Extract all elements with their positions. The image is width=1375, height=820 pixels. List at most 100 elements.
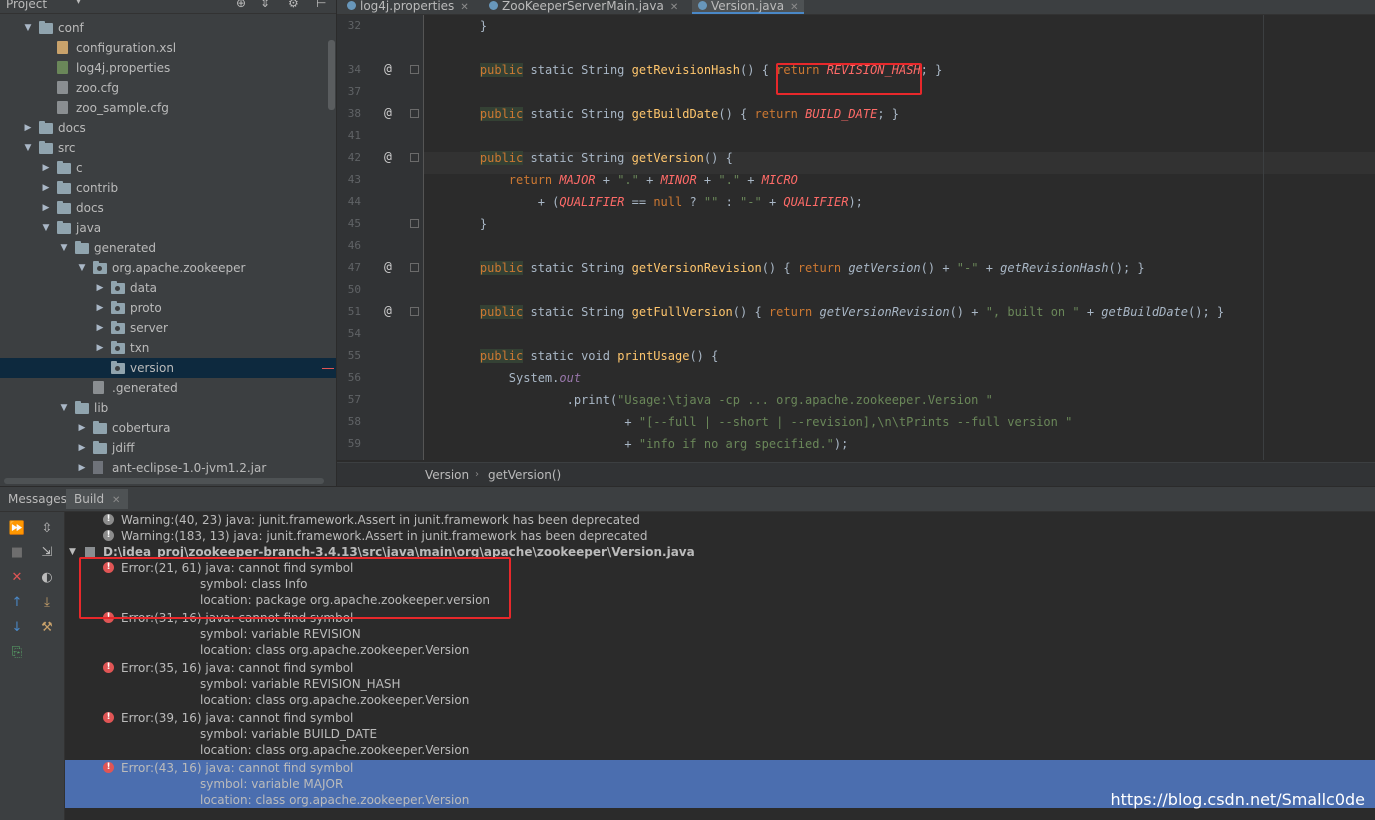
tree-item[interactable]: configuration.xsl xyxy=(0,38,336,58)
expand-right-icon[interactable]: ▶ xyxy=(76,418,88,438)
override-marker-icon[interactable]: @ xyxy=(384,147,392,169)
tree-item[interactable]: ▶ jdiff xyxy=(0,438,336,458)
expand-right-icon[interactable]: ▶ xyxy=(40,158,52,178)
expand-right-icon[interactable]: ▶ xyxy=(40,198,52,218)
tree-item-label: cobertura xyxy=(112,421,171,435)
expand-down-icon[interactable]: ▼ xyxy=(69,544,76,560)
tree-item[interactable]: ▼ src xyxy=(0,138,336,158)
close-icon[interactable]: ✕ xyxy=(460,2,468,13)
expand-down-icon[interactable]: ▼ xyxy=(22,18,34,38)
chevron-down-icon[interactable]: ▾ xyxy=(76,0,81,7)
message-row[interactable]: ! Error:(43, 16) java: cannot find symbol xyxy=(65,760,1375,776)
tree-item[interactable]: ▼ conf xyxy=(0,18,336,38)
tree-item-label: configuration.xsl xyxy=(76,41,177,55)
tree-item[interactable]: ▶ docs xyxy=(0,198,336,218)
tree-item[interactable]: ▼ org.apache.zookeeper xyxy=(0,258,336,278)
message-text: location: class org.apache.zookeeper.Ver… xyxy=(200,743,470,757)
breadcrumb-class[interactable]: Version xyxy=(425,463,469,486)
gear-icon[interactable]: ⚙ xyxy=(288,0,299,10)
fold-icon[interactable] xyxy=(410,109,419,118)
message-row[interactable]: ! Error:(35, 16) java: cannot find symbol xyxy=(65,660,1375,676)
tree-item[interactable]: version xyxy=(0,358,336,378)
expand-down-icon[interactable]: ▼ xyxy=(76,258,88,278)
error-icon: ! xyxy=(103,662,114,673)
close-icon[interactable]: ✕ xyxy=(670,2,678,13)
message-row[interactable]: ! Warning:(183, 13) java: junit.framework… xyxy=(65,528,1375,544)
expand-right-icon[interactable]: ▶ xyxy=(94,338,106,358)
hide-icon[interactable]: ⊢ xyxy=(316,0,326,10)
project-hscroll[interactable] xyxy=(0,476,336,486)
expand-right-icon[interactable]: ▶ xyxy=(22,118,34,138)
project-panel-header: Project ▾ ⊕ ⇕ ⚙ ⊢ xyxy=(0,0,336,14)
tree-item[interactable]: ▶ cobertura xyxy=(0,418,336,438)
project-scrollbar[interactable] xyxy=(328,40,335,110)
tree-item[interactable]: ▶ c xyxy=(0,158,336,178)
fold-icon[interactable] xyxy=(410,65,419,74)
tree-item[interactable]: ▶ contrib xyxy=(0,178,336,198)
tree-item[interactable]: zoo_sample.cfg xyxy=(0,98,336,118)
code-line: 32 } xyxy=(337,15,1375,37)
breadcrumb-method[interactable]: getVersion() xyxy=(488,463,561,486)
message-row[interactable]: location: class org.apache.zookeeper.Ver… xyxy=(65,692,1375,708)
line-number: 50 xyxy=(347,283,361,296)
message-row[interactable]: symbol: variable REVISION_HASH xyxy=(65,676,1375,692)
tree-item[interactable]: ▶ ant-eclipse-1.0-jvm1.2.jar xyxy=(0,458,336,478)
tree-item[interactable]: ▶ docs xyxy=(0,118,336,138)
fold-icon[interactable] xyxy=(410,219,419,228)
expand-right-icon[interactable]: ▶ xyxy=(94,318,106,338)
line-number: 43 xyxy=(347,173,361,186)
expand-right-icon[interactable]: ▶ xyxy=(40,178,52,198)
tab-build[interactable]: Build ✕ xyxy=(66,489,129,509)
editor-tab[interactable]: Version.java ✕ xyxy=(692,0,805,14)
file-icon xyxy=(57,101,68,114)
tree-item[interactable]: ▶ proto xyxy=(0,298,336,318)
tree-item[interactable]: zoo.cfg xyxy=(0,78,336,98)
java-class-icon xyxy=(489,1,498,10)
fold-icon[interactable] xyxy=(410,263,419,272)
message-row[interactable]: location: class org.apache.zookeeper.Ver… xyxy=(65,742,1375,758)
expand-down-icon[interactable]: ▼ xyxy=(58,398,70,418)
close-icon[interactable]: ✕ xyxy=(790,2,798,13)
message-row[interactable]: ! Warning:(40, 23) java: junit.framework.… xyxy=(65,512,1375,528)
expand-right-icon[interactable]: ▶ xyxy=(76,458,88,478)
expand-down-icon[interactable]: ▼ xyxy=(22,138,34,158)
editor-tab[interactable]: ZooKeeperServerMain.java ✕ xyxy=(483,0,684,14)
error-mark xyxy=(322,368,334,369)
tree-item-label: conf xyxy=(58,21,84,35)
tree-item[interactable]: ▼ java xyxy=(0,218,336,238)
error-icon: ! xyxy=(103,762,114,773)
override-marker-icon[interactable]: @ xyxy=(384,257,392,279)
fold-icon[interactable] xyxy=(410,153,419,162)
code-text: public static String getBuildDate() { re… xyxy=(479,107,899,121)
close-icon[interactable]: ✕ xyxy=(112,495,120,506)
expand-right-icon[interactable]: ▶ xyxy=(94,278,106,298)
override-marker-icon[interactable]: @ xyxy=(384,301,392,323)
tree-item[interactable]: .generated xyxy=(0,378,336,398)
message-row[interactable]: location: class org.apache.zookeeper.Ver… xyxy=(65,642,1375,658)
file-icon xyxy=(57,81,68,94)
fold-icon[interactable] xyxy=(410,307,419,316)
override-marker-icon[interactable]: @ xyxy=(384,59,392,81)
line-number: 34 xyxy=(347,63,361,76)
tree-item[interactable]: ▼ lib xyxy=(0,398,336,418)
editor-tab[interactable]: log4j.properties ✕ xyxy=(341,0,475,14)
override-marker-icon[interactable]: @ xyxy=(384,103,392,125)
tree-item[interactable]: ▶ data xyxy=(0,278,336,298)
tree-item[interactable]: ▼ generated xyxy=(0,238,336,258)
message-row[interactable]: symbol: variable BUILD_DATE xyxy=(65,726,1375,742)
target-icon[interactable]: ⊕ xyxy=(236,0,246,10)
collapse-icon[interactable]: ⇕ xyxy=(260,0,270,10)
tree-item[interactable]: log4j.properties xyxy=(0,58,336,78)
expand-right-icon[interactable]: ▶ xyxy=(76,438,88,458)
message-row[interactable]: symbol: variable REVISION xyxy=(65,626,1375,642)
expand-down-icon[interactable]: ▼ xyxy=(58,238,70,258)
tree-item-label: zoo_sample.cfg xyxy=(76,101,169,115)
project-title[interactable]: Project xyxy=(6,0,47,11)
message-text: location: class org.apache.zookeeper.Ver… xyxy=(200,693,470,707)
message-row[interactable]: ! Error:(39, 16) java: cannot find symbol xyxy=(65,710,1375,726)
tree-item[interactable]: ▶ txn xyxy=(0,338,336,358)
expand-down-icon[interactable]: ▼ xyxy=(40,218,52,238)
tree-item[interactable]: ▶ server xyxy=(0,318,336,338)
tree-item-label: org.apache.zookeeper xyxy=(112,261,246,275)
expand-right-icon[interactable]: ▶ xyxy=(94,298,106,318)
